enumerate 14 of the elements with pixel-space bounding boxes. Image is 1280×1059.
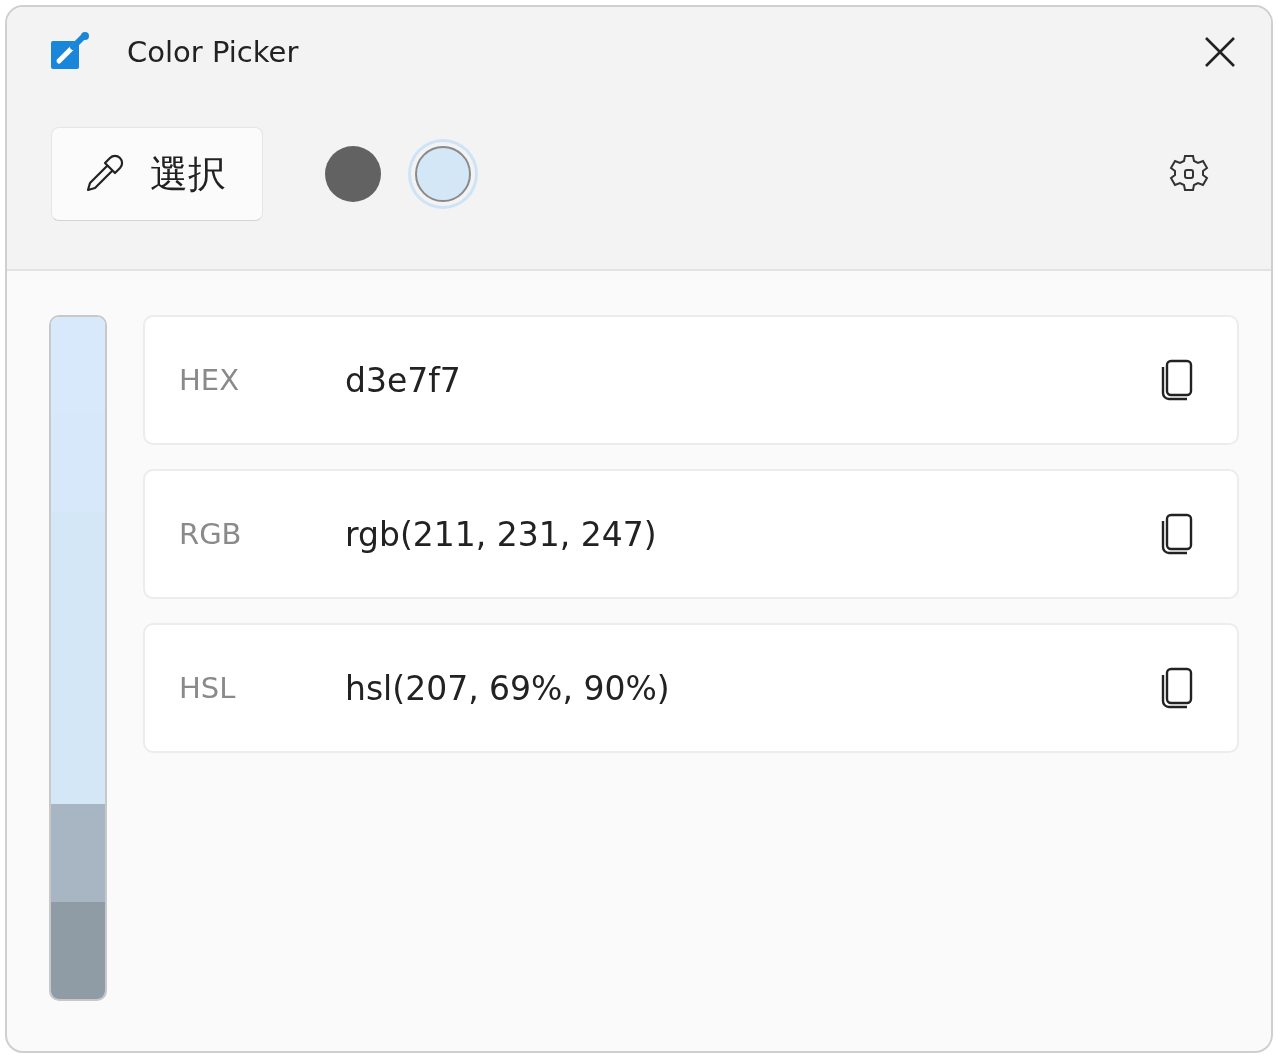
pick-button[interactable]: 選択 bbox=[51, 127, 263, 221]
format-value: d3e7f7 bbox=[345, 360, 462, 400]
format-label: HEX bbox=[179, 363, 240, 397]
shade-swatch[interactable] bbox=[51, 901, 105, 999]
format-value: hsl(207, 69%, 90%) bbox=[345, 668, 671, 708]
shade-swatch[interactable] bbox=[51, 317, 105, 415]
shade-swatch[interactable] bbox=[51, 804, 105, 902]
format-value: rgb(211, 231, 247) bbox=[345, 514, 658, 554]
color-swatch[interactable] bbox=[325, 146, 381, 202]
eyedropper-icon bbox=[84, 154, 124, 194]
format-label: RGB bbox=[179, 517, 243, 551]
shade-swatch[interactable] bbox=[51, 511, 105, 805]
window-title: Color Picker bbox=[127, 35, 299, 69]
format-label: HSL bbox=[179, 671, 237, 705]
